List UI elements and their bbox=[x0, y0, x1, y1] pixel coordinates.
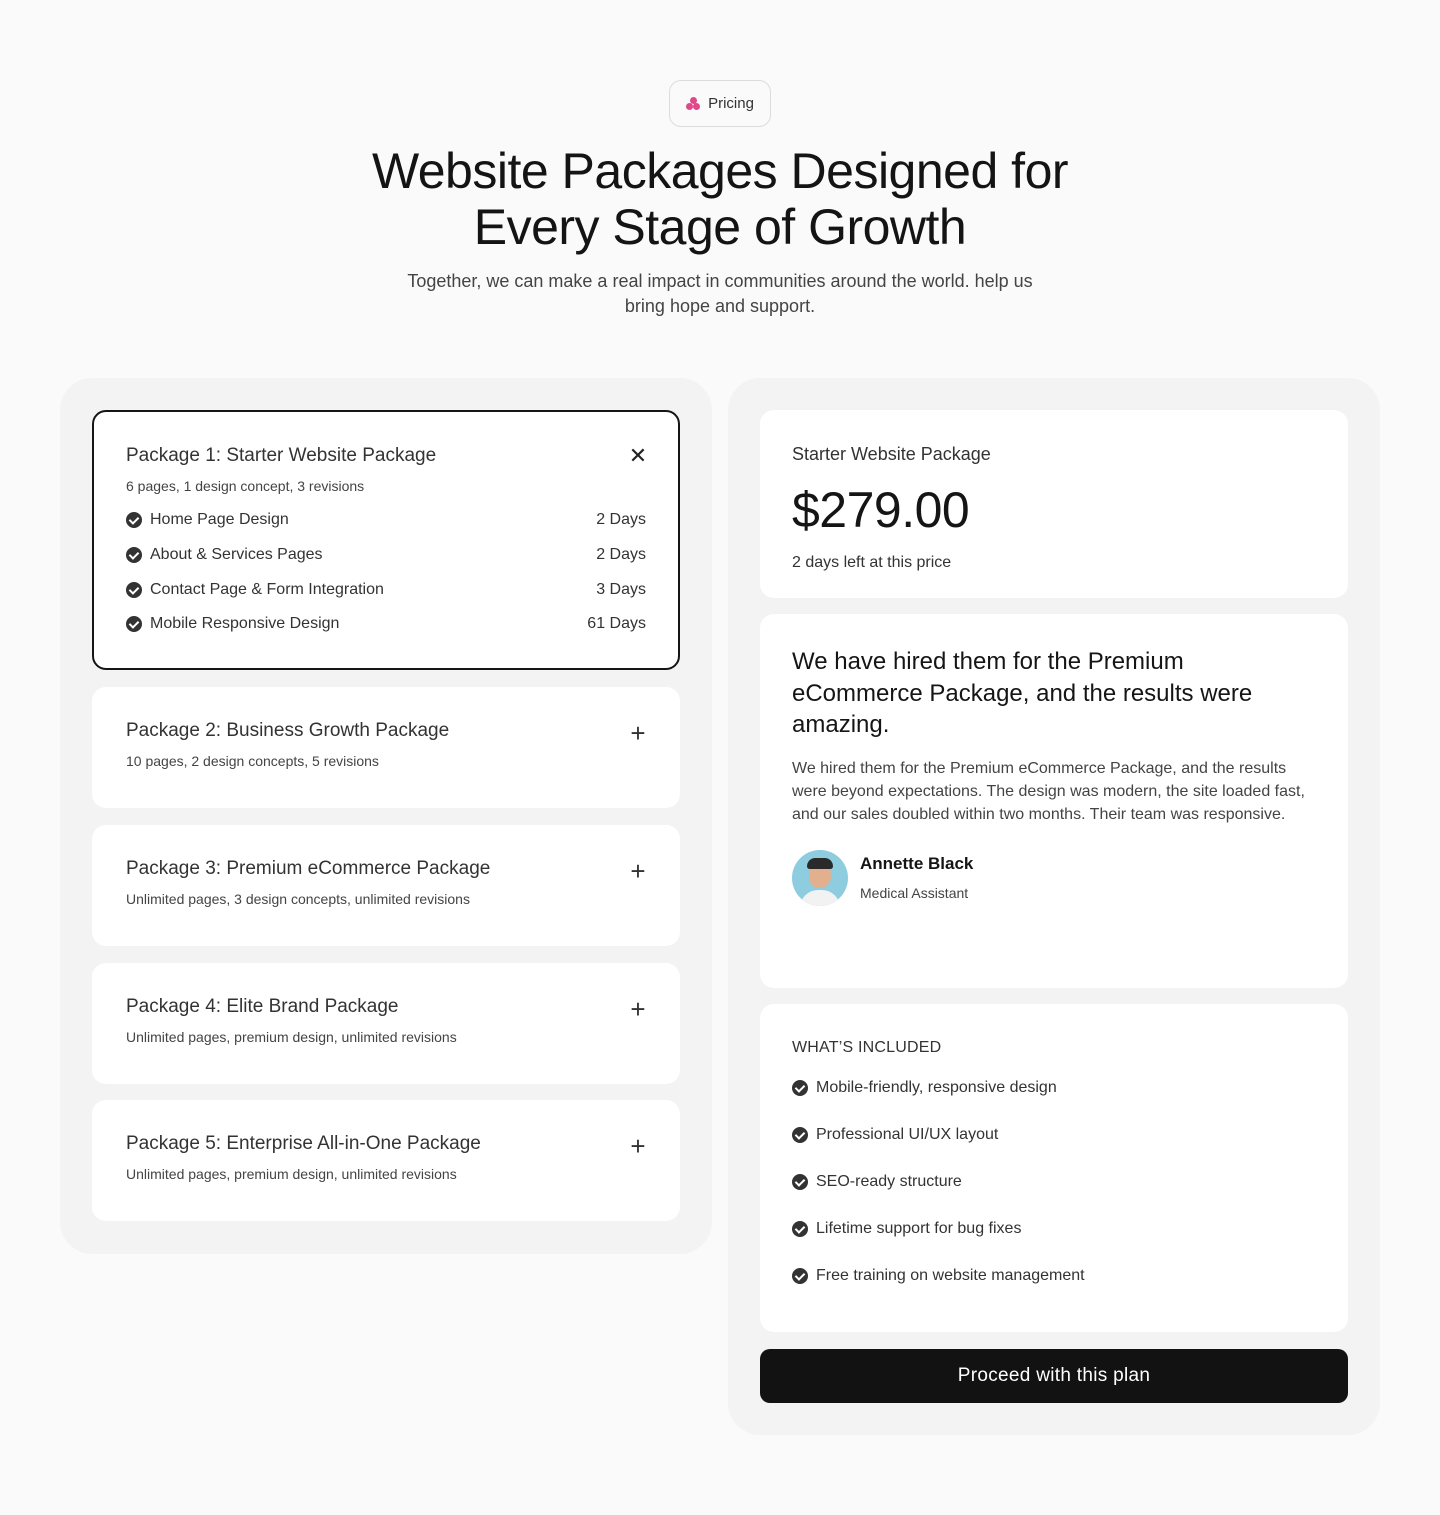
testimonial-card: We have hired them for the Premium eComm… bbox=[760, 614, 1348, 988]
included-item-label: Lifetime support for bug fixes bbox=[816, 1219, 1022, 1237]
price-card: Starter Website Package $279.00 2 days l… bbox=[760, 410, 1348, 598]
included-item-label: Professional UI/UX layout bbox=[816, 1126, 999, 1144]
included-list: Mobile-friendly, responsive design Profe… bbox=[792, 1065, 1316, 1299]
proceed-button[interactable]: Proceed with this plan bbox=[760, 1349, 1348, 1403]
page-subtitle: Together, we can make a real impact in c… bbox=[407, 271, 1033, 316]
package-card-5[interactable]: Package 5: Enterprise All-in-One Package… bbox=[92, 1100, 680, 1221]
list-item: Contact Page & Form Integration 3 Days bbox=[126, 572, 646, 607]
check-circle-icon bbox=[126, 512, 142, 529]
included-card: WHAT’S INCLUDED Mobile-friendly, respons… bbox=[760, 1004, 1348, 1332]
package-subtitle: 10 pages, 2 design concepts, 5 revisions bbox=[126, 753, 379, 769]
package-subtitle: Unlimited pages, premium design, unlimit… bbox=[126, 1166, 457, 1182]
feature-name: About & Services Pages bbox=[150, 546, 323, 564]
testimonial-author: Annette Black Medical Assistant bbox=[792, 849, 1316, 906]
package-subtitle: Unlimited pages, 3 design concepts, unli… bbox=[126, 891, 470, 907]
feature-name: Contact Page & Form Integration bbox=[150, 580, 384, 598]
check-circle-icon bbox=[792, 1080, 808, 1097]
package-title: Package 1: Starter Website Package bbox=[126, 445, 437, 466]
selected-package-name: Starter Website Package bbox=[792, 444, 991, 464]
package-title: Package 4: Elite Brand Package bbox=[126, 996, 399, 1017]
included-item-label: Mobile-friendly, responsive design bbox=[816, 1079, 1057, 1097]
list-item: About & Services Pages 2 Days bbox=[126, 538, 646, 573]
package-subtitle: 6 pages, 1 design concept, 3 revisions bbox=[126, 478, 365, 494]
feature-days: 2 Days bbox=[596, 511, 646, 529]
package-subtitle: Unlimited pages, premium design, unlimit… bbox=[126, 1029, 457, 1045]
packages-panel: Package 1: Starter Website Package 6 pag… bbox=[60, 378, 712, 1254]
pricing-header: Pricing Website Packages Designed for Ev… bbox=[0, 80, 1440, 319]
plan-summary-panel: Starter Website Package $279.00 2 days l… bbox=[728, 378, 1380, 1435]
author-name: Annette Black bbox=[860, 853, 974, 873]
avatar bbox=[792, 849, 848, 906]
feature-name: Mobile Responsive Design bbox=[150, 615, 340, 633]
check-circle-icon bbox=[792, 1173, 808, 1190]
list-item: Free training on website management bbox=[792, 1252, 1316, 1299]
feature-days: 2 Days bbox=[596, 546, 646, 564]
package-card-4[interactable]: Package 4: Elite Brand Package Unlimited… bbox=[92, 963, 680, 1084]
price-deadline-note: 2 days left at this price bbox=[792, 554, 952, 571]
plus-icon[interactable]: + bbox=[628, 996, 648, 1022]
testimonial-body: We hired them for the Premium eCommerce … bbox=[792, 759, 1305, 823]
list-item: Mobile Responsive Design 61 Days bbox=[126, 607, 646, 642]
feature-days: 61 Days bbox=[587, 615, 646, 633]
page-title: Website Packages Designed for Every Stag… bbox=[371, 143, 1069, 255]
list-item: Home Page Design 2 Days bbox=[126, 503, 646, 538]
package-title: Package 2: Business Growth Package bbox=[126, 720, 450, 741]
list-item: SEO-ready structure bbox=[792, 1159, 1316, 1206]
list-item: Professional UI/UX layout bbox=[792, 1112, 1316, 1159]
check-circle-icon bbox=[126, 581, 142, 598]
check-circle-icon bbox=[126, 547, 142, 564]
included-item-label: Free training on website management bbox=[816, 1266, 1085, 1284]
package-price: $279.00 bbox=[792, 482, 970, 538]
included-heading: WHAT’S INCLUDED bbox=[792, 1039, 942, 1056]
check-circle-icon bbox=[792, 1220, 808, 1237]
list-item: Mobile-friendly, responsive design bbox=[792, 1065, 1316, 1112]
check-circle-icon bbox=[792, 1267, 808, 1284]
package-feature-list: Home Page Design 2 Days About & Services… bbox=[126, 503, 646, 642]
feature-days: 3 Days bbox=[596, 580, 646, 598]
package-title: Package 5: Enterprise All-in-One Package bbox=[126, 1133, 481, 1154]
flower-icon bbox=[686, 96, 701, 111]
feature-name: Home Page Design bbox=[150, 511, 289, 529]
author-role: Medical Assistant bbox=[860, 884, 969, 901]
package-title: Package 3: Premium eCommerce Package bbox=[126, 858, 491, 879]
check-circle-icon bbox=[126, 616, 142, 633]
package-card-3[interactable]: Package 3: Premium eCommerce Package Unl… bbox=[92, 825, 680, 946]
plus-icon[interactable]: + bbox=[628, 1133, 648, 1159]
list-item: Lifetime support for bug fixes bbox=[792, 1205, 1316, 1252]
pricing-badge-label: Pricing bbox=[708, 95, 754, 112]
testimonial-headline: We have hired them for the Premium eComm… bbox=[792, 648, 1253, 738]
check-circle-icon bbox=[792, 1127, 808, 1144]
included-item-label: SEO-ready structure bbox=[816, 1172, 962, 1190]
plus-icon[interactable]: + bbox=[628, 720, 648, 746]
pricing-badge: Pricing bbox=[669, 80, 771, 127]
plus-icon[interactable]: + bbox=[628, 858, 648, 884]
package-card-1[interactable]: Package 1: Starter Website Package 6 pag… bbox=[92, 410, 680, 670]
package-card-2[interactable]: Package 2: Business Growth Package 10 pa… bbox=[92, 687, 680, 808]
close-icon[interactable]: ✕ bbox=[628, 445, 648, 467]
